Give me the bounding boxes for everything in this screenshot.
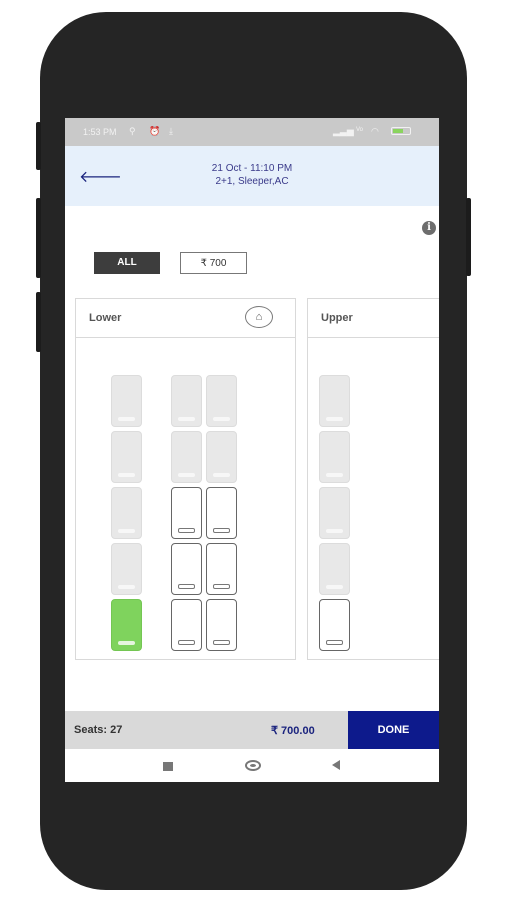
download-icon: ⤓ xyxy=(169,126,173,136)
pillow-icon xyxy=(178,473,195,477)
recents-icon[interactable] xyxy=(163,762,173,771)
pillow-icon xyxy=(118,529,135,533)
pillow-icon xyxy=(326,417,343,421)
filter-all-button[interactable]: ALL xyxy=(94,252,160,274)
pillow-icon xyxy=(213,417,230,421)
pillow-icon xyxy=(326,473,343,477)
seat[interactable] xyxy=(319,599,350,651)
seat[interactable] xyxy=(171,487,202,539)
seat[interactable] xyxy=(206,431,237,483)
seat[interactable] xyxy=(111,543,142,595)
pillow-icon xyxy=(178,584,195,589)
seat[interactable] xyxy=(171,375,202,427)
seat[interactable] xyxy=(171,543,202,595)
booking-footer: Seats: 27 ₹ 700.00 DONE xyxy=(65,711,439,749)
usb-icon: ⚲ xyxy=(129,126,136,136)
seat[interactable] xyxy=(206,375,237,427)
seat[interactable] xyxy=(319,487,350,539)
trip-header: 🡐 21 Oct - 11:10 PM 2+1, Sleeper,AC xyxy=(65,146,439,206)
seat[interactable] xyxy=(206,487,237,539)
seat[interactable] xyxy=(206,543,237,595)
pillow-icon xyxy=(213,473,230,477)
wifi-icon: ◠ xyxy=(371,126,379,136)
home-icon[interactable] xyxy=(245,760,261,771)
pillow-icon xyxy=(118,473,135,477)
total-fare: ₹ 700.00 xyxy=(271,725,315,737)
pillow-icon xyxy=(213,640,230,645)
phone-side-button xyxy=(36,292,41,352)
steering-wheel-icon: ⌂ xyxy=(245,306,273,328)
info-icon[interactable]: i xyxy=(422,221,436,235)
seat[interactable] xyxy=(171,599,202,651)
seat[interactable] xyxy=(319,375,350,427)
seat[interactable] xyxy=(319,543,350,595)
pillow-icon xyxy=(326,640,343,645)
trip-datetime: 21 Oct - 11:10 PM xyxy=(211,163,293,174)
upper-deck-title: Upper xyxy=(321,312,353,324)
lower-deck-title: Lower xyxy=(89,312,122,324)
app-screen: 1:53 PM ⚲ ⏰ ⤓ ▂▃▅ Vo ◠ 🡐 21 Oct - 11:10 … xyxy=(65,118,439,782)
pillow-icon xyxy=(178,417,195,421)
pillow-icon xyxy=(118,417,135,421)
seats-count: Seats: 27 xyxy=(74,724,123,736)
lower-deck: Lower ⌂ xyxy=(75,298,296,660)
status-time: 1:53 PM xyxy=(83,127,117,137)
phone-side-button xyxy=(36,122,41,170)
signal-icon: ▂▃▅ xyxy=(333,126,354,136)
seat[interactable] xyxy=(171,431,202,483)
seat[interactable] xyxy=(111,375,142,427)
status-bar: 1:53 PM ⚲ ⏰ ⤓ ▂▃▅ Vo ◠ xyxy=(65,118,439,146)
bus-type: 2+1, Sleeper,AC xyxy=(215,176,289,187)
phone-side-button xyxy=(466,198,471,276)
pillow-icon xyxy=(213,528,230,533)
battery-icon xyxy=(391,127,411,135)
phone-side-button xyxy=(36,198,41,278)
back-triangle-icon[interactable] xyxy=(332,760,340,770)
lower-deck-header: Lower ⌂ xyxy=(76,299,295,338)
pillow-icon xyxy=(118,585,135,589)
pillow-icon xyxy=(213,584,230,589)
pillow-icon xyxy=(178,640,195,645)
pillow-icon xyxy=(178,528,195,533)
seat[interactable] xyxy=(206,599,237,651)
seat[interactable] xyxy=(111,487,142,539)
android-nav-bar xyxy=(65,749,439,782)
done-button[interactable]: DONE xyxy=(348,711,439,749)
seat[interactable] xyxy=(111,599,142,651)
volte-icon: Vo xyxy=(356,127,364,133)
pillow-icon xyxy=(326,585,343,589)
pillow-icon xyxy=(326,529,343,533)
upper-deck-header: Upper xyxy=(308,299,439,338)
upper-deck: Upper xyxy=(307,298,439,660)
alarm-icon: ⏰ xyxy=(149,126,161,136)
seat[interactable] xyxy=(319,431,350,483)
pillow-icon xyxy=(118,641,135,645)
seat[interactable] xyxy=(111,431,142,483)
filter-price-button[interactable]: ₹ 700 xyxy=(180,252,247,274)
